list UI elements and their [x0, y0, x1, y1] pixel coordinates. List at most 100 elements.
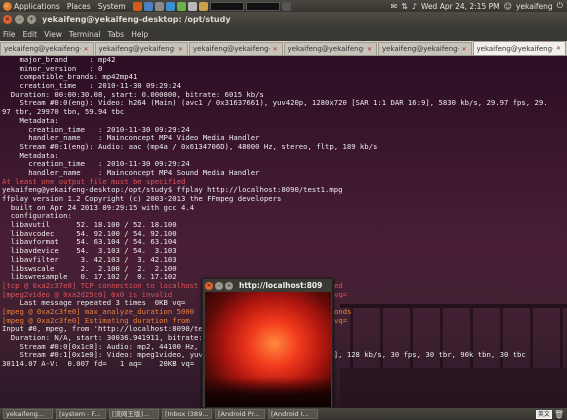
files-launcher-icon[interactable]: [198, 1, 208, 11]
ime-indicator[interactable]: 英文: [535, 409, 552, 419]
taskbar-window-button[interactable]: [Android Pr...: [215, 409, 265, 419]
menu-places[interactable]: Places: [67, 2, 91, 11]
settings-launcher-icon[interactable]: [187, 1, 197, 11]
menu-view[interactable]: View: [44, 30, 62, 39]
tab-label: yekaifeng@yekaifeng-d...: [476, 44, 554, 53]
workspace-preview[interactable]: [245, 1, 280, 11]
workspace-preview[interactable]: [209, 1, 244, 11]
ffplay-window[interactable]: ✕ – + http://localhost:809: [202, 278, 333, 408]
window-maximize-button[interactable]: +: [27, 15, 36, 24]
taskbar-window-button[interactable]: yekaifeng...: [3, 409, 53, 419]
terminal-line-text: Duration: 00:00:30.08, start: 0.000000, …: [2, 89, 264, 99]
chat-icon[interactable]: ✉: [390, 2, 397, 11]
terminal-line-text: built on Apr 24 2013 09:29:15 with gcc 4…: [2, 202, 195, 212]
terminal-line-text: creation_time : 2010-11-30 09:29:24: [2, 81, 181, 91]
network-icon[interactable]: ⇅: [401, 2, 408, 11]
terminal-line-text: libavfilter 3. 42.103 / 3. 42.103: [2, 254, 177, 264]
terminal-output[interactable]: major_brand : mp42 minor_version : 0 com…: [0, 56, 567, 408]
taskbar-window-button[interactable]: [Inbox (389...: [162, 409, 212, 419]
taskbar-window-button[interactable]: [流网王版]...: [109, 409, 159, 419]
bottom-taskbar: yekaifeng... [system - F... [流网王版]... [Inbo…: [0, 408, 567, 420]
terminal-line: 97 tbr, 29970 tbn, 59.94 tbc: [0, 107, 567, 117]
mail-launcher-icon[interactable]: [143, 1, 153, 11]
tab-close-icon[interactable]: ✕: [461, 46, 468, 53]
top-panel: Applications Places System ✉ ⇅ ♪ Wed Apr…: [0, 0, 567, 12]
terminal-line-text: Metadata:: [2, 150, 59, 160]
terminal-line-tail: vq=: [334, 315, 348, 325]
menu-edit[interactable]: Edit: [23, 30, 38, 39]
terminal-tab[interactable]: yekaifeng@yekaifeng-d...✕: [189, 42, 283, 55]
terminal-line-text: At least one output file must be specifi…: [2, 176, 186, 186]
terminal-line-text: minor_version : 0: [2, 63, 103, 73]
terminal-line-text: libavcodec 54. 92.100 / 54. 92.100: [2, 228, 177, 238]
tab-label: yekaifeng@yekaifeng-d...: [287, 45, 365, 53]
taskbar-window-button[interactable]: [Android I...: [268, 409, 318, 419]
menu-tabs[interactable]: Tabs: [108, 30, 125, 39]
terminal-tab[interactable]: yekaifeng@yekaifeng-d...✕: [472, 41, 566, 55]
terminal-line-text: compatible_brands: mp42mp41: [2, 72, 138, 82]
terminal-line-text: yekaifeng@yekaifeng-desktop:/opt/study$ …: [2, 185, 343, 195]
window-close-button[interactable]: ✕: [3, 15, 12, 24]
tab-close-icon[interactable]: ✕: [272, 46, 279, 53]
tab-close-icon[interactable]: ✕: [555, 45, 562, 52]
terminal-line-text: 97 tbr, 29970 tbn, 59.94 tbc: [2, 107, 125, 117]
ffplay-title: http://localhost:809: [239, 281, 323, 290]
app-launcher-icon[interactable]: [176, 1, 186, 11]
help-launcher-icon[interactable]: [154, 1, 164, 11]
ffplay-titlebar[interactable]: ✕ – + http://localhost:809: [203, 279, 332, 292]
menu-file[interactable]: File: [3, 30, 16, 39]
tab-label: yekaifeng@yekaifeng-d...: [382, 45, 459, 53]
terminal-line-text: libavutil 52. 18.100 / 52. 18.100: [2, 220, 177, 230]
terminal-launcher-icon[interactable]: [281, 1, 291, 11]
terminal-line-text: handler_name : Mainconcept MP4 Sound Med…: [2, 167, 260, 177]
video-frame[interactable]: [205, 292, 331, 407]
video-horizon: [205, 377, 331, 407]
window-minimize-button[interactable]: –: [15, 15, 24, 24]
clock[interactable]: Wed Apr 24, 2:15 PM: [421, 2, 500, 11]
terminal-line-text: [mpeg @ 0xa2c3fe0] Estimating duration f…: [2, 315, 190, 325]
tab-bar: yekaifeng@yekaifeng-d...✕yekaifeng@yekai…: [0, 41, 567, 56]
terminal-line-text: creation_time : 2010-11-30 09:29:24: [2, 124, 190, 134]
tab-label: yekaifeng@yekaifeng-d...: [193, 45, 270, 53]
terminal-line-text: configuration:: [2, 211, 72, 221]
terminal-tab[interactable]: yekaifeng@yekaifeng-d...✕: [94, 42, 188, 55]
terminal-line: built on Apr 24 2013 09:29:15 with gcc 4…: [0, 202, 567, 213]
terminal-line-text: [mpeg2video @ 0xa2d25c0] 0x0 is invalid: [2, 289, 173, 299]
terminal-line-text: libavformat 54. 63.104 / 54. 63.104: [2, 237, 177, 247]
menu-help[interactable]: Help: [131, 30, 148, 39]
volume-icon[interactable]: ♪: [412, 2, 417, 11]
browser-launcher-icon[interactable]: [165, 1, 175, 11]
window-titlebar[interactable]: ✕ – + yekaifeng@yekaifeng-desktop: /opt/…: [0, 12, 567, 27]
trash-icon[interactable]: 🗑: [554, 410, 564, 419]
tab-label: yekaifeng@yekaifeng-d...: [98, 45, 176, 53]
power-icon[interactable]: ⏻: [557, 1, 563, 11]
menu-applications[interactable]: Applications: [14, 2, 60, 11]
user-name[interactable]: yekaifeng: [516, 2, 553, 11]
ffplay-close-button[interactable]: ✕: [205, 281, 213, 290]
menubar: File Edit View Terminal Tabs Help: [0, 27, 567, 41]
terminal-line-text: Last message repeated 3 times 0KB vq=: [2, 298, 186, 308]
terminal-line-text: libswscale 2. 2.100 / 2. 2.100: [2, 263, 177, 273]
terminal-line-tail: vq=: [334, 289, 348, 299]
terminal-tab[interactable]: yekaifeng@yekaifeng-d...✕: [283, 42, 377, 55]
ubuntu-logo-icon[interactable]: [3, 1, 12, 11]
terminal-line-text: ffplay version 1.2 Copyright (c) 2003-20…: [2, 194, 282, 203]
menu-terminal[interactable]: Terminal: [69, 30, 101, 39]
ffplay-minimize-button[interactable]: –: [215, 281, 223, 290]
terminal-line-text: Stream #0:0(eng): Video: h264 (Main) (av…: [2, 98, 548, 108]
terminal-line-text: handler_name : Mainconcept MP4 Video Med…: [2, 133, 260, 143]
tab-close-icon[interactable]: ✕: [83, 46, 90, 53]
firefox-launcher-icon[interactable]: [132, 1, 142, 11]
terminal-tab[interactable]: yekaifeng@yekaifeng-d...✕: [378, 42, 472, 55]
terminal-line-text: [mpeg @ 0xa2c3fe0] max_analyze_duration …: [2, 306, 195, 316]
user-icon: ☺: [503, 1, 512, 11]
terminal-line-text: Stream #0:1(eng): Audio: aac (mp4a / 0x6…: [2, 141, 378, 151]
taskbar-window-button[interactable]: [system - F...: [56, 409, 106, 419]
tab-close-icon[interactable]: ✕: [366, 46, 373, 53]
terminal-line-text: [tcp @ 0xa2c37e0] TCP connection to loca…: [2, 280, 199, 290]
menu-system[interactable]: System: [98, 2, 126, 11]
terminal-line-text: libavdevice 54. 3.103 / 54. 3.103: [2, 246, 177, 256]
tab-close-icon[interactable]: ✕: [177, 46, 184, 53]
ffplay-maximize-button[interactable]: +: [225, 281, 233, 290]
terminal-tab[interactable]: yekaifeng@yekaifeng-d...✕: [0, 42, 94, 55]
